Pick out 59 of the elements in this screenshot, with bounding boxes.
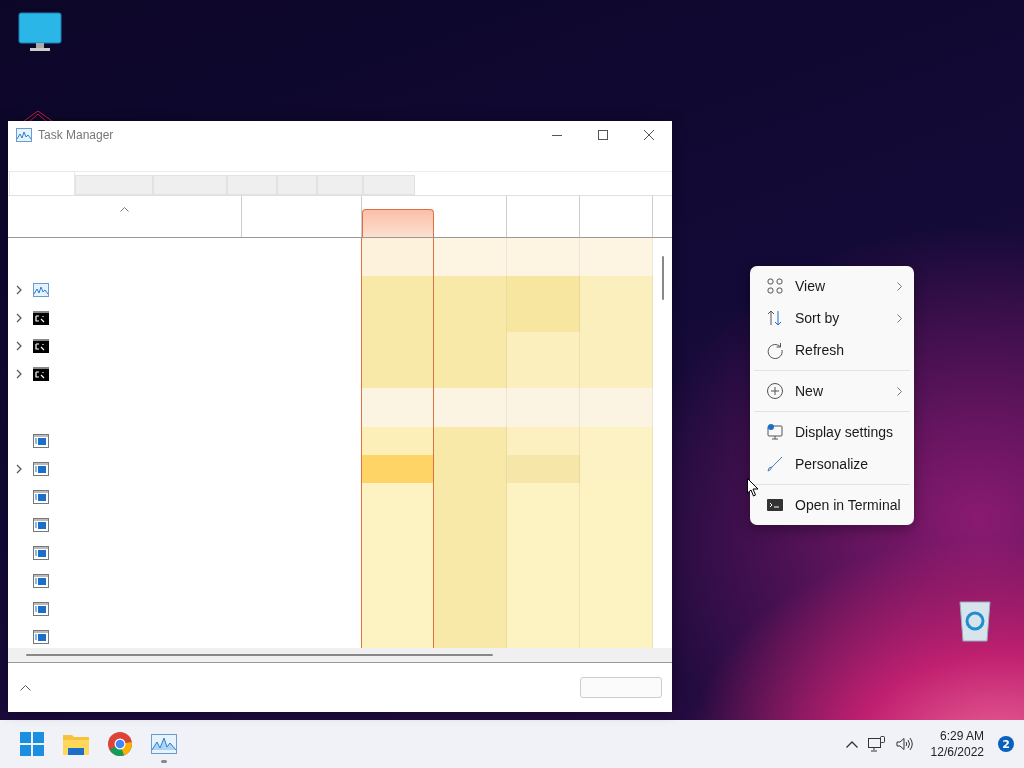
sort-icon	[766, 309, 784, 327]
menu-item[interactable]: Open in Terminal	[754, 489, 910, 521]
close-icon	[644, 130, 654, 140]
submenu-chevron-icon	[897, 386, 902, 396]
chart-icon[interactable]	[151, 734, 177, 754]
clock[interactable]: 6:29 AM 12/6/2022	[930, 728, 984, 760]
window-icon	[33, 434, 49, 448]
menu-item[interactable]: Personalize	[754, 448, 910, 480]
plus-circle-icon	[766, 382, 784, 400]
folder-icon[interactable]	[63, 733, 89, 755]
window-icon	[33, 546, 49, 560]
menu-item[interactable]: View	[754, 270, 910, 302]
scrollbar-thumb[interactable]	[26, 654, 493, 656]
running-indicator	[161, 760, 167, 763]
menu-item[interactable]: New	[754, 375, 910, 407]
menu-item[interactable]: Display settings	[754, 416, 910, 448]
sort-caret-icon	[120, 207, 129, 212]
notification-badge[interactable]: 2	[998, 736, 1014, 752]
window-icon	[33, 574, 49, 588]
window-title: Task Manager	[38, 127, 114, 143]
minimize-icon	[552, 134, 562, 136]
network-icon[interactable]	[867, 736, 886, 752]
terminal-icon	[766, 496, 784, 514]
monitor-icon[interactable]	[18, 12, 62, 52]
column-header[interactable]	[362, 209, 434, 237]
window-icon	[33, 630, 49, 644]
console-icon	[33, 311, 49, 325]
grid-icon	[766, 277, 784, 295]
refresh-icon	[766, 341, 784, 359]
chevron-up-icon[interactable]	[845, 740, 858, 748]
footer-button[interactable]	[580, 677, 662, 698]
recycle-bin-icon[interactable]	[957, 598, 993, 642]
window-icon	[33, 518, 49, 532]
expand-chevron-icon[interactable]	[16, 369, 23, 379]
collapse-caret-icon[interactable]	[20, 684, 31, 691]
menu-item[interactable]: Sort by	[754, 302, 910, 334]
expand-chevron-icon[interactable]	[16, 313, 23, 323]
menu-item[interactable]: Refresh	[754, 334, 910, 366]
console-icon	[33, 339, 49, 353]
brush-icon	[766, 455, 784, 473]
volume-icon[interactable]	[895, 737, 913, 751]
display-settings-icon	[766, 423, 784, 441]
expand-chevron-icon[interactable]	[16, 464, 23, 474]
submenu-chevron-icon	[897, 281, 902, 291]
submenu-chevron-icon	[897, 313, 902, 323]
window-icon	[33, 602, 49, 616]
maximize-icon	[598, 130, 608, 140]
window-icon	[33, 490, 49, 504]
date-text: 12/6/2022	[930, 744, 984, 760]
scrollbar-thumb[interactable]	[661, 256, 664, 300]
expand-chevron-icon[interactable]	[16, 285, 23, 295]
browser-icon[interactable]	[108, 732, 132, 756]
chart-icon	[33, 283, 49, 297]
chart-icon	[16, 128, 32, 142]
time-text: 6:29 AM	[939, 728, 984, 744]
window-icon	[33, 462, 49, 476]
start-icon[interactable]	[20, 732, 44, 756]
console-icon	[33, 367, 49, 381]
expand-chevron-icon[interactable]	[16, 341, 23, 351]
